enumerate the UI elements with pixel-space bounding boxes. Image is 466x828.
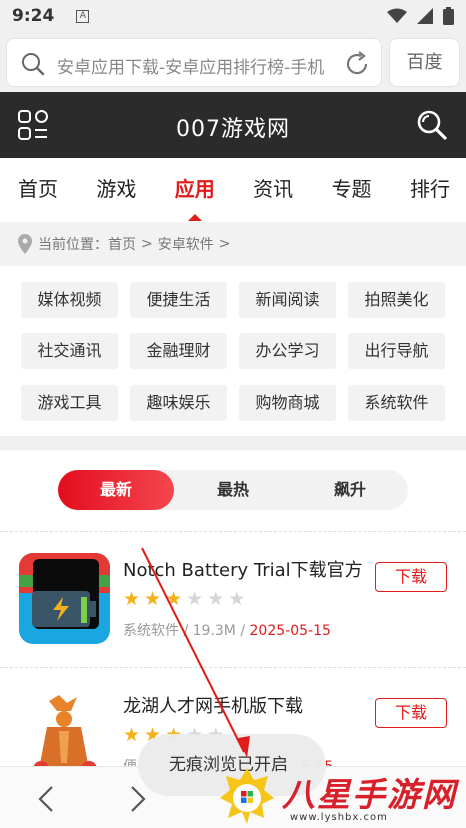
star-icon: ★	[186, 588, 204, 610]
category-tag[interactable]: 便捷生活	[130, 282, 227, 318]
meta-separator: /	[240, 623, 250, 639]
breadcrumb: 当前位置： 首页 > 安卓软件 >	[0, 222, 466, 266]
section-divider	[0, 436, 466, 450]
app-date: 2025-05-15	[249, 623, 331, 639]
app-category: 系统软件	[123, 623, 179, 639]
search-icon	[22, 53, 45, 76]
category-tag[interactable]: 出行导航	[348, 333, 445, 369]
signal-icon	[417, 8, 433, 24]
category-tag[interactable]: 趣味娱乐	[130, 385, 227, 421]
tab-rising[interactable]: 飙升	[292, 470, 408, 510]
tab-hottest[interactable]: 最热	[175, 470, 291, 510]
category-tag[interactable]: 金融理财	[130, 333, 227, 369]
category-tag[interactable]: 媒体视频	[21, 282, 118, 318]
nav-item-ranking[interactable]: 排行	[410, 158, 450, 222]
sort-tabs-section: 最新 最热 飙升	[0, 450, 466, 532]
list-item[interactable]: Notch Battery Trial下载官方 ★ ★ ★ ★ ★ ★ 系统软件…	[0, 532, 466, 668]
breadcrumb-separator: >	[218, 236, 231, 252]
star-icon: ★	[123, 588, 141, 610]
category-tag[interactable]: 系统软件	[348, 385, 445, 421]
star-icon: ★	[123, 724, 141, 746]
baidu-search-button[interactable]: 百度	[389, 38, 460, 87]
download-button[interactable]: 下载	[375, 562, 447, 592]
status-bar: 9:24 A	[0, 0, 466, 32]
star-rating: ★ ★ ★ ★ ★ ★	[123, 589, 245, 609]
breadcrumb-separator: >	[141, 236, 153, 252]
category-grid: 媒体视频 便捷生活 新闻阅读 拍照美化 社交通讯 金融理财 办公学习 出行导航 …	[0, 266, 466, 436]
download-button[interactable]: 下载	[375, 698, 447, 728]
nav-item-home[interactable]: 首页	[18, 158, 58, 222]
app-icon	[19, 553, 110, 644]
forward-icon[interactable]	[128, 785, 148, 813]
category-tag[interactable]: 购物商城	[239, 385, 336, 421]
browser-toolbar: 安卓应用下载-安卓应用排行榜-手机 百度	[0, 32, 466, 92]
main-nav: 首页 游戏 应用 资讯 专题 排行	[0, 158, 466, 222]
category-tag[interactable]: 拍照美化	[348, 282, 445, 318]
search-icon[interactable]	[416, 109, 448, 141]
app-name: Notch Battery Trial下载官方	[123, 560, 363, 581]
address-field[interactable]: 安卓应用下载-安卓应用排行榜-手机	[6, 38, 382, 87]
category-tag[interactable]: 新闻阅读	[239, 282, 336, 318]
nav-item-topics[interactable]: 专题	[332, 158, 372, 222]
breadcrumb-home[interactable]: 首页	[108, 234, 136, 254]
breadcrumb-android-software[interactable]: 安卓软件	[158, 234, 214, 254]
category-tag[interactable]: 社交通讯	[21, 333, 118, 369]
category-tag[interactable]: 游戏工具	[21, 385, 118, 421]
app-size: 19.3M	[192, 623, 236, 639]
reload-icon[interactable]	[343, 50, 371, 78]
star-icon: ★	[144, 588, 162, 610]
site-title: 007游戏网	[176, 117, 290, 142]
location-pin-icon	[18, 234, 32, 254]
back-icon[interactable]	[36, 785, 56, 813]
nav-item-news[interactable]: 资讯	[253, 158, 293, 222]
star-icon: ★	[165, 588, 183, 610]
tab-latest[interactable]: 最新	[58, 470, 174, 510]
wifi-icon	[387, 8, 407, 23]
nav-item-apps[interactable]: 应用	[175, 158, 215, 222]
app-meta: 系统软件 / 19.3M / 2025-05-15	[123, 620, 331, 640]
sort-tabs: 最新 最热 飙升	[58, 470, 408, 510]
star-icon: ★	[228, 588, 246, 610]
battery-icon	[443, 7, 454, 25]
breadcrumb-prefix: 当前位置：	[38, 237, 108, 253]
meta-separator: /	[183, 623, 193, 639]
category-tag[interactable]: 办公学习	[239, 333, 336, 369]
site-header: 007游戏网	[0, 92, 466, 158]
nav-item-games[interactable]: 游戏	[96, 158, 136, 222]
app-name: 龙湖人才网手机版下载	[123, 696, 303, 717]
incognito-toast: 无痕浏览已开启	[138, 734, 326, 796]
menu-icon[interactable]	[18, 110, 48, 140]
address-text: 安卓应用下载-安卓应用排行榜-手机	[57, 58, 325, 78]
star-icon: ★	[207, 588, 225, 610]
app-notification-icon: A	[76, 9, 90, 23]
status-time: 9:24	[12, 6, 55, 26]
